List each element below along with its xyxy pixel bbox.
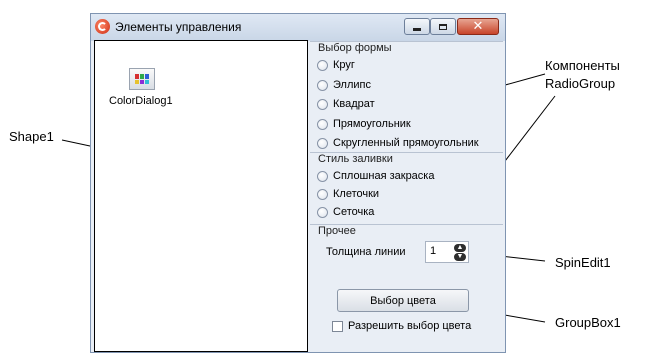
callout-radiogroup-line2: RadioGroup (545, 76, 616, 91)
pick-color-button[interactable]: Выбор цвета (337, 289, 469, 312)
color-dialog-icon[interactable] (129, 68, 155, 90)
radio-circle-icon (317, 170, 328, 182)
maximize-button[interactable] (430, 18, 456, 35)
radio-option[interactable]: Эллипс (317, 79, 371, 91)
radio-circle-icon (317, 118, 328, 130)
line-width-label: Толщина линии (326, 246, 406, 258)
fill-radiogroup-caption: Стиль заливки (318, 153, 393, 165)
spin-down-icon[interactable]: ▼ (454, 253, 466, 261)
allow-color-checkbox[interactable]: Разрешить выбор цвета (332, 320, 471, 332)
fill-radiogroup: Стиль заливки Сплошная закраска Клеточки… (310, 152, 503, 222)
allow-color-label: Разрешить выбор цвета (348, 320, 472, 332)
maximize-icon (439, 23, 447, 30)
title-bar[interactable]: Элементы управления ✕ (91, 14, 505, 41)
radio-option[interactable]: Прямоугольник (317, 118, 411, 130)
callout-spinedit: SpinEdit1 (555, 255, 611, 270)
radio-circle-icon (317, 137, 328, 149)
shape-radiogroup: Выбор формы Круг Эллипс Квадрат Прямоуго… (310, 41, 503, 150)
radio-label: Круг (333, 59, 355, 71)
main-window: Элементы управления ✕ ColorDialog1 Выбор… (90, 13, 506, 353)
shape-radiogroup-caption: Выбор формы (318, 42, 392, 54)
radio-option[interactable]: Квадрат (317, 98, 375, 110)
minimize-icon (413, 28, 421, 31)
line-width-value[interactable]: 1 (430, 245, 436, 257)
callout-radiogroup: Компоненты RadioGroup (545, 57, 620, 93)
radio-label: Квадрат (333, 98, 375, 110)
callout-groupbox: GroupBox1 (555, 315, 621, 330)
spin-up-icon[interactable]: ▲ (454, 244, 466, 252)
radio-circle-icon (317, 59, 328, 71)
close-icon: ✕ (472, 19, 484, 34)
radio-option[interactable]: Клеточки (317, 188, 379, 200)
radio-circle-icon (317, 98, 328, 110)
window-title: Элементы управления (115, 20, 242, 34)
spin-buttons: ▲ ▼ (454, 244, 466, 261)
minimize-button[interactable] (404, 18, 430, 35)
radio-label: Сплошная закраска (333, 170, 435, 182)
close-button[interactable]: ✕ (457, 18, 499, 35)
radio-label: Эллипс (333, 79, 371, 91)
radio-option[interactable]: Сплошная закраска (317, 170, 434, 182)
callout-radiogroup-line1: Компоненты (545, 58, 620, 73)
misc-groupbox: Прочее Толщина линии 1 ▲ ▼ Выбор цвета Р… (310, 224, 503, 352)
radio-option[interactable]: Скругленный прямоугольник (317, 137, 479, 149)
color-dialog-label: ColorDialog1 (109, 95, 173, 107)
radio-circle-icon (317, 206, 328, 218)
radio-label: Сеточка (333, 206, 375, 218)
radio-label: Прямоугольник (333, 118, 411, 130)
misc-groupbox-caption: Прочее (318, 225, 356, 237)
line-width-spinedit[interactable]: 1 ▲ ▼ (425, 241, 469, 263)
radio-label: Клеточки (333, 188, 380, 200)
radio-label: Скругленный прямоугольник (333, 137, 479, 149)
callout-shape: Shape1 (9, 129, 54, 144)
radio-option[interactable]: Сеточка (317, 206, 374, 218)
checkbox-icon (332, 320, 343, 332)
radio-circle-icon (317, 188, 328, 200)
radio-option[interactable]: Круг (317, 59, 355, 71)
radio-circle-icon (317, 79, 328, 91)
app-icon[interactable] (95, 19, 110, 34)
shape-panel[interactable]: ColorDialog1 (94, 40, 308, 352)
